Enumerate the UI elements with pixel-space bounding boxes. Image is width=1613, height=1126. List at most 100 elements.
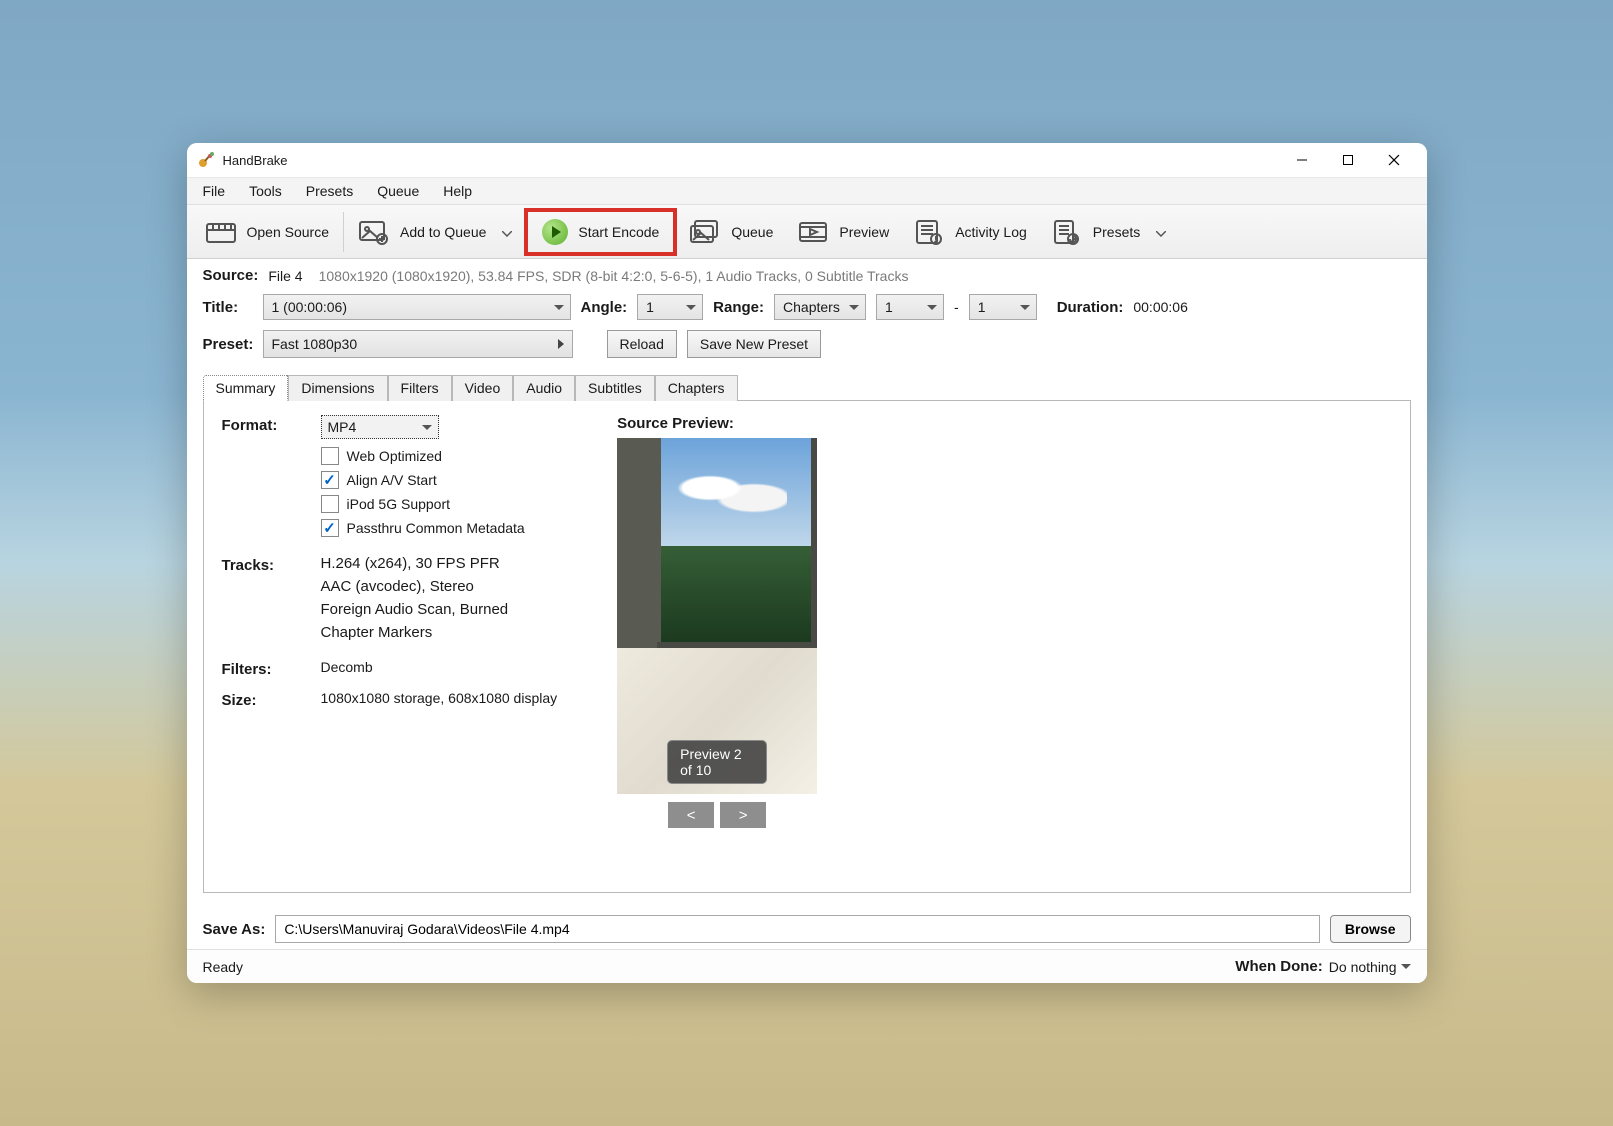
- tracks-list: H.264 (x264), 30 FPS PFR AAC (avcodec), …: [321, 555, 558, 647]
- source-row: Source: File 4 1080x1920 (1080x1920), 53…: [203, 267, 1411, 284]
- track-item: H.264 (x264), 30 FPS PFR: [321, 555, 558, 572]
- tabs: Summary Dimensions Filters Video Audio S…: [203, 374, 1411, 400]
- tab-subtitles[interactable]: Subtitles: [575, 375, 655, 401]
- images-icon: [689, 218, 721, 246]
- tab-dimensions[interactable]: Dimensions: [288, 375, 387, 401]
- tab-summary[interactable]: Summary: [203, 375, 289, 401]
- track-item: Foreign Audio Scan, Burned: [321, 601, 558, 618]
- web-optimized-row[interactable]: Web Optimized: [321, 447, 558, 465]
- toolbar: Open Source Add to Queue Start Encode Qu…: [187, 205, 1427, 259]
- when-done-label: When Done:: [1235, 958, 1323, 975]
- size-label: Size:: [222, 690, 317, 709]
- preset-label: Preset:: [203, 336, 253, 353]
- preview-badge: Preview 2 of 10: [667, 740, 767, 784]
- image-add-icon: [358, 218, 390, 246]
- chevron-down-icon: [1156, 224, 1166, 240]
- source-file: File 4: [268, 268, 302, 284]
- tab-video[interactable]: Video: [452, 375, 514, 401]
- tab-audio[interactable]: Audio: [513, 375, 575, 401]
- chevron-down-icon: [1020, 305, 1030, 310]
- when-done-select[interactable]: Do nothing: [1329, 959, 1411, 975]
- chevron-down-icon: [502, 224, 512, 240]
- range-label: Range:: [713, 299, 764, 316]
- title-row: Title: 1 (00:00:06) Angle: 1 Range: Chap…: [203, 294, 1411, 320]
- chevron-down-icon: [686, 305, 696, 310]
- range-to-select[interactable]: 1: [969, 294, 1037, 320]
- source-label: Source:: [203, 267, 259, 284]
- chevron-down-icon: [849, 305, 859, 310]
- summary-left: Format: MP4 Web Optimized Align A/V Star…: [222, 415, 558, 878]
- source-preview-image: Preview 2 of 10: [617, 438, 817, 794]
- add-to-queue-button[interactable]: Add to Queue: [346, 210, 524, 254]
- add-to-queue-label: Add to Queue: [400, 224, 486, 240]
- app-title: HandBrake: [223, 153, 288, 168]
- menubar: File Tools Presets Queue Help: [187, 177, 1427, 205]
- checkbox-icon: [321, 495, 339, 513]
- tracks-label: Tracks:: [222, 555, 317, 647]
- activity-log-label: Activity Log: [955, 224, 1027, 240]
- queue-button[interactable]: Queue: [677, 210, 785, 254]
- duration-value: 00:00:06: [1133, 299, 1188, 315]
- size-value: 1080x1080 storage, 608x1080 display: [321, 690, 558, 709]
- activity-log-button[interactable]: Activity Log: [901, 210, 1039, 254]
- title-label: Title:: [203, 299, 253, 316]
- start-encode-button[interactable]: Start Encode: [524, 208, 677, 256]
- menu-file[interactable]: File: [193, 180, 236, 202]
- browse-button[interactable]: Browse: [1330, 915, 1411, 943]
- menu-tools[interactable]: Tools: [239, 180, 292, 202]
- chevron-down-icon: [1401, 964, 1411, 969]
- save-as-label: Save As:: [203, 921, 266, 938]
- angle-label: Angle:: [581, 299, 628, 316]
- tab-body: Format: MP4 Web Optimized Align A/V Star…: [203, 400, 1411, 893]
- preview-prev-button[interactable]: <: [668, 802, 714, 828]
- open-source-button[interactable]: Open Source: [193, 210, 342, 254]
- ipod-row[interactable]: iPod 5G Support: [321, 495, 558, 513]
- range-type-select[interactable]: Chapters: [774, 294, 866, 320]
- reload-button[interactable]: Reload: [607, 330, 677, 358]
- source-preview-label: Source Preview:: [617, 415, 817, 432]
- save-as-input[interactable]: [275, 915, 1320, 943]
- title-select[interactable]: 1 (00:00:06): [263, 294, 571, 320]
- log-icon: [913, 218, 945, 246]
- statusbar: Ready When Done: Do nothing: [187, 949, 1427, 983]
- chevron-down-icon: [927, 305, 937, 310]
- range-sep: -: [954, 299, 959, 315]
- preview-label: Preview: [839, 224, 889, 240]
- app-icon: [197, 151, 215, 169]
- filters-label: Filters:: [222, 659, 317, 678]
- preview-icon: [797, 218, 829, 246]
- filters-value: Decomb: [321, 659, 558, 678]
- status-text: Ready: [203, 959, 243, 975]
- preview-next-button[interactable]: >: [720, 802, 766, 828]
- minimize-button[interactable]: [1279, 145, 1325, 175]
- save-as-row: Save As: Browse: [187, 903, 1427, 949]
- angle-select[interactable]: 1: [637, 294, 703, 320]
- track-item: AAC (avcodec), Stereo: [321, 578, 558, 595]
- presets-button[interactable]: Presets: [1039, 210, 1178, 254]
- app-window: HandBrake File Tools Presets Queue Help …: [187, 143, 1427, 983]
- passthru-row[interactable]: Passthru Common Metadata: [321, 519, 558, 537]
- menu-presets[interactable]: Presets: [296, 180, 363, 202]
- preset-row: Preset: Fast 1080p30 Reload Save New Pre…: [203, 330, 1411, 358]
- format-select[interactable]: MP4: [321, 415, 439, 439]
- tab-filters[interactable]: Filters: [388, 375, 452, 401]
- titlebar: HandBrake: [187, 143, 1427, 177]
- source-info: 1080x1920 (1080x1920), 53.84 FPS, SDR (8…: [319, 268, 909, 284]
- range-from-select[interactable]: 1: [876, 294, 944, 320]
- close-button[interactable]: [1371, 145, 1417, 175]
- preset-select[interactable]: Fast 1080p30: [263, 330, 573, 358]
- save-new-preset-button[interactable]: Save New Preset: [687, 330, 821, 358]
- duration-label: Duration:: [1057, 299, 1124, 316]
- preview-button[interactable]: Preview: [785, 210, 901, 254]
- format-label: Format:: [222, 415, 317, 543]
- align-av-row[interactable]: Align A/V Start: [321, 471, 558, 489]
- presets-label: Presets: [1093, 224, 1140, 240]
- chevron-down-icon: [422, 425, 432, 430]
- chevron-right-icon: [558, 339, 564, 349]
- tab-chapters[interactable]: Chapters: [655, 375, 738, 401]
- menu-help[interactable]: Help: [433, 180, 482, 202]
- film-icon: [205, 218, 237, 246]
- menu-queue[interactable]: Queue: [367, 180, 429, 202]
- start-encode-label: Start Encode: [578, 224, 659, 240]
- maximize-button[interactable]: [1325, 145, 1371, 175]
